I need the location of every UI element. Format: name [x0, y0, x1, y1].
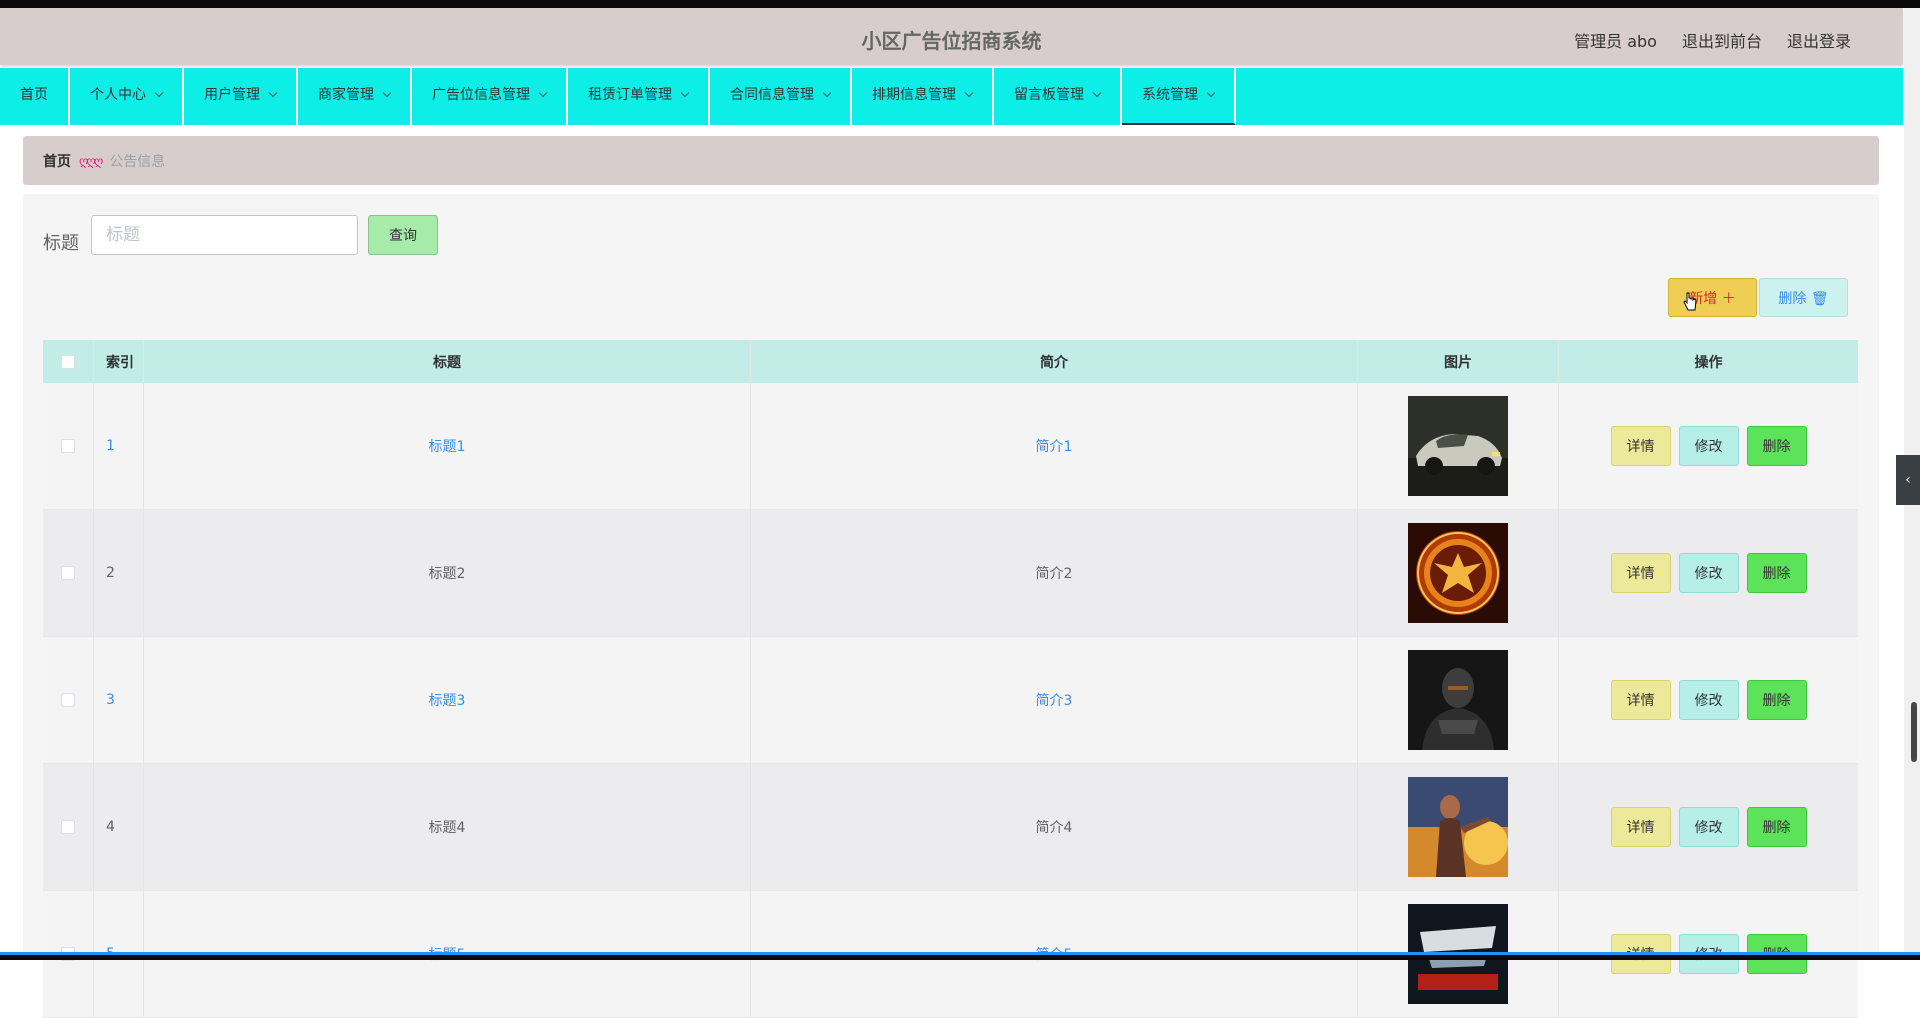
detail-button[interactable]: 详情: [1610, 680, 1671, 720]
window-top-edge: [0, 0, 1920, 8]
content-panel: 标题 查询 新增 ＋ 删除 🗑 索引 标题 简介 图片 操作 1 标题1 简介1: [23, 194, 1879, 1018]
delete-button[interactable]: 删除: [1746, 426, 1807, 466]
row-checkbox[interactable]: [61, 439, 75, 453]
chevron-down-icon: [680, 88, 690, 98]
row-index: 1: [94, 383, 144, 509]
edit-button[interactable]: 修改: [1678, 807, 1739, 847]
search-title-label: 标题: [43, 233, 79, 254]
breadcrumb-current: 公告信息: [109, 153, 166, 170]
col-ops-header: 操作: [1694, 354, 1723, 371]
soldier-portrait-thumbnail: [1408, 650, 1508, 750]
col-image-header: 图片: [1358, 340, 1559, 383]
logout-link[interactable]: 退出登录: [1787, 28, 1851, 52]
table-row: 4 标题4 简介4 详情 修改 删除: [43, 764, 1858, 891]
detail-button[interactable]: 详情: [1610, 553, 1671, 593]
chevron-down-icon: [1206, 88, 1216, 98]
admin-user-label: 管理员 abo: [1574, 32, 1657, 51]
breadcrumb: 首页 ღღღ 公告信息: [23, 136, 1879, 185]
edit-button[interactable]: 修改: [1678, 680, 1739, 720]
table-row: 3 标题3 简介3 详情 修改 删除: [43, 637, 1858, 764]
detail-button[interactable]: 详情: [1610, 426, 1671, 466]
phoenix-emblem-thumbnail: [1408, 523, 1508, 623]
row-desc: 简介3: [751, 637, 1358, 763]
nav-item-rental-order-management[interactable]: 租赁订单管理: [568, 68, 710, 125]
col-desc-header: 简介: [751, 340, 1358, 383]
row-title: 标题3: [144, 637, 751, 763]
nav-item-label: 广告位信息管理: [432, 87, 530, 103]
delete-button[interactable]: 删除: [1746, 680, 1807, 720]
table-header: 索引 标题 简介 图片 操作: [43, 340, 1858, 383]
chevron-left-icon[interactable]: ‹: [1896, 455, 1920, 505]
nav-item-home[interactable]: 首页: [0, 68, 70, 125]
nav-item-label: 首页: [20, 87, 48, 103]
row-checkbox[interactable]: [61, 820, 75, 834]
search-title-input[interactable]: [91, 215, 358, 255]
chevron-down-icon: [1092, 88, 1102, 98]
nav-item-label: 排期信息管理: [872, 87, 956, 103]
header-user-area: 管理员 abo 退出到前台 退出登录: [1574, 8, 1851, 72]
chevron-down-icon: [268, 88, 278, 98]
nav-item-personal-center[interactable]: 个人中心: [70, 68, 184, 125]
row-checkbox[interactable]: [61, 566, 75, 580]
select-all-checkbox[interactable]: [61, 354, 75, 369]
nav-item-label: 系统管理: [1142, 87, 1198, 103]
delete-button[interactable]: 删除: [1746, 553, 1807, 593]
edit-button[interactable]: 修改: [1678, 426, 1739, 466]
row-title: 标题4: [144, 764, 751, 890]
row-desc: 简介2: [751, 510, 1358, 636]
chevron-down-icon: [964, 88, 974, 98]
breadcrumb-separator-icon: ღღღ: [79, 153, 103, 168]
row-index: 2: [94, 510, 144, 636]
batch-delete-button[interactable]: 删除 🗑: [1759, 278, 1848, 317]
page-load-bar: [0, 952, 1920, 955]
nav-item-system-management[interactable]: 系统管理: [1122, 68, 1236, 125]
nav-item-label: 合同信息管理: [730, 87, 814, 103]
nav-item-merchant-management[interactable]: 商家管理: [298, 68, 412, 125]
row-desc: 简介1: [751, 383, 1358, 509]
hand-cursor-icon: [1683, 292, 1697, 311]
row-checkbox[interactable]: [61, 693, 75, 707]
add-button[interactable]: 新增 ＋: [1668, 278, 1757, 317]
nav-item-contract-management[interactable]: 合同信息管理: [710, 68, 852, 125]
row-desc: 简介4: [751, 764, 1358, 890]
delete-button[interactable]: 删除: [1746, 807, 1807, 847]
nav-item-label: 商家管理: [318, 87, 374, 103]
col-title-header: 标题: [144, 340, 751, 383]
nav-item-label: 留言板管理: [1014, 87, 1084, 103]
row-index: 4: [94, 764, 144, 890]
row-index: 3: [94, 637, 144, 763]
scrollbar-thumb[interactable]: [1911, 702, 1917, 762]
car-photo-thumbnail: [1408, 396, 1508, 496]
edit-button[interactable]: 修改: [1678, 553, 1739, 593]
chevron-down-icon: [538, 88, 548, 98]
nav-item-label: 用户管理: [204, 87, 260, 103]
nav-item-label: 租赁订单管理: [588, 87, 672, 103]
detail-button[interactable]: 详情: [1610, 807, 1671, 847]
table-row: 2 标题2 简介2 详情 修改 删除: [43, 510, 1858, 637]
chevron-down-icon: [154, 88, 164, 98]
app-header: 小区广告位招商系统 管理员 abo 退出到前台 退出登录: [0, 8, 1903, 65]
nav-item-user-management[interactable]: 用户管理: [184, 68, 298, 125]
query-button[interactable]: 查询: [368, 215, 438, 255]
chevron-down-icon: [382, 88, 392, 98]
col-index-header: 索引: [94, 340, 144, 383]
table-row: 1 标题1 简介1 详情 修改 删除: [43, 383, 1858, 510]
row-title: 标题2: [144, 510, 751, 636]
main-nav: 首页 个人中心 用户管理 商家管理 广告位信息管理 租赁订单管理 合同信息管理 …: [0, 68, 1903, 125]
row-title: 标题1: [144, 383, 751, 509]
notice-table: 索引 标题 简介 图片 操作 1 标题1 简介1 详情 修改 删除 2 标题2 …: [43, 340, 1858, 1018]
nav-item-message-board-management[interactable]: 留言板管理: [994, 68, 1122, 125]
nav-item-ad-slot-management[interactable]: 广告位信息管理: [412, 68, 568, 125]
nav-item-schedule-management[interactable]: 排期信息管理: [852, 68, 994, 125]
nav-item-label: 个人中心: [90, 87, 146, 103]
chevron-down-icon: [822, 88, 832, 98]
breadcrumb-home[interactable]: 首页: [43, 151, 71, 171]
hero-fire-art-thumbnail: [1408, 777, 1508, 877]
exit-to-front-link[interactable]: 退出到前台: [1682, 28, 1762, 52]
